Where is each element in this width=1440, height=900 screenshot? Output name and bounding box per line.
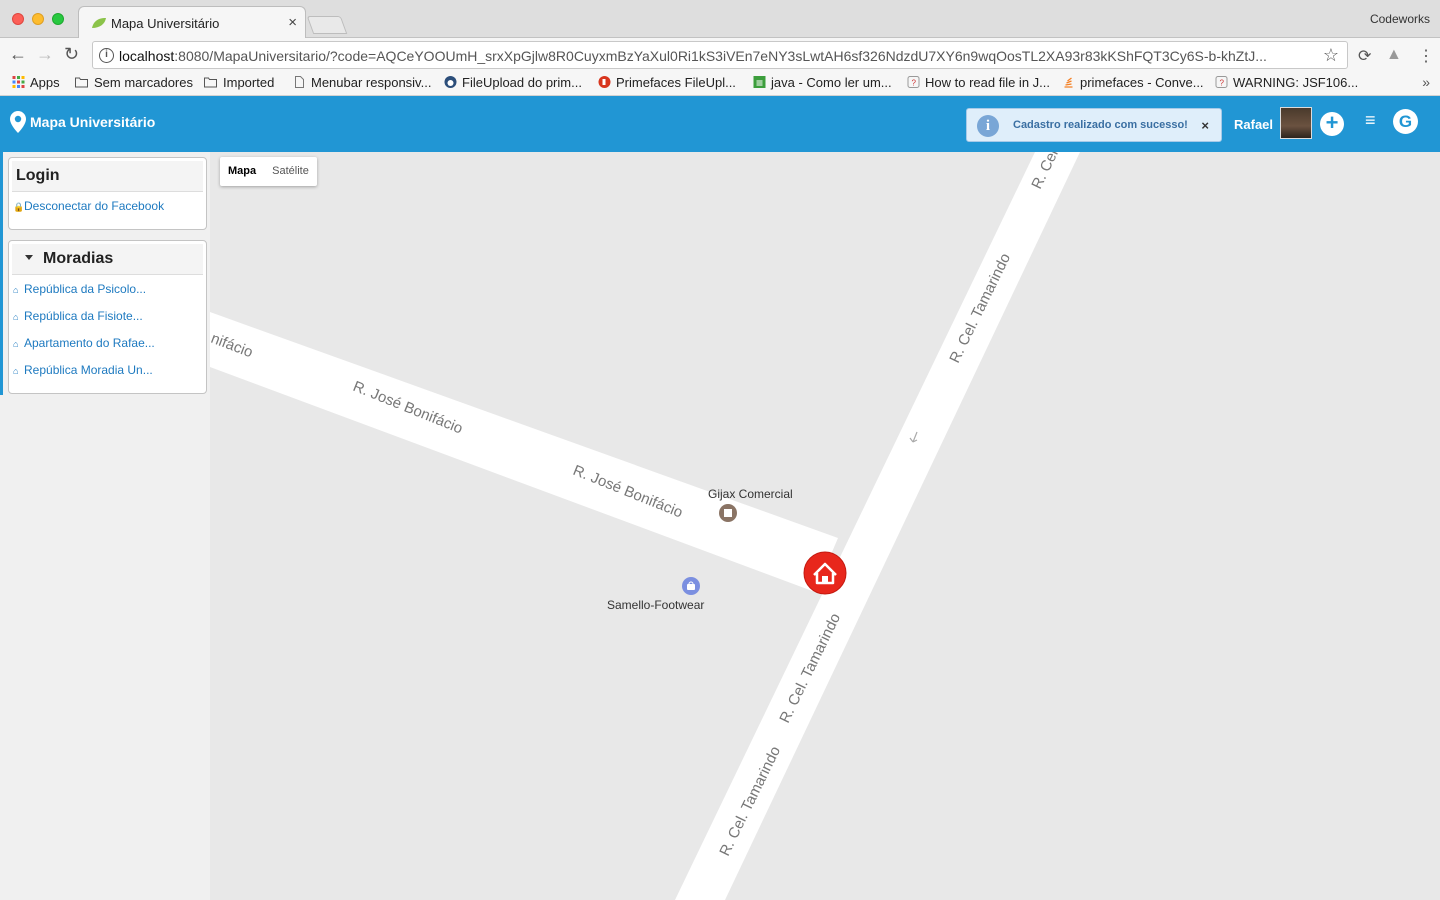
moradias-panel: Moradias ⌂ República da Psicolo... ⌂ Repúb…	[8, 240, 207, 394]
map-canvas[interactable]: nifácio R. José Bonifácio R. José Bonifá…	[210, 152, 1440, 900]
reload-icon[interactable]: ↻	[64, 44, 79, 65]
folder-icon	[75, 77, 88, 88]
map-type-mapa-button[interactable]: Mapa	[220, 157, 264, 186]
add-moradia-button[interactable]: +	[1320, 112, 1344, 136]
close-window-button[interactable]	[12, 13, 24, 25]
maximize-window-button[interactable]	[52, 13, 64, 25]
browser-toolbar: ← → ↻ i localhost:8080/MapaUniversitario…	[0, 38, 1440, 72]
bookmark-star-icon[interactable]: ☆	[1323, 45, 1339, 66]
tab-title: Mapa Universitário	[111, 16, 220, 31]
login-title: Login	[12, 161, 203, 192]
notification-close-icon[interactable]: ×	[1201, 118, 1209, 133]
road-jose-bonifacio	[210, 312, 838, 592]
bookmark-java[interactable]: java - Como ler um...	[753, 75, 892, 90]
home-icon: ⌂	[13, 285, 19, 295]
success-notification: i Cadastro realizado com sucesso! ×	[966, 108, 1222, 142]
new-tab-button[interactable]	[306, 16, 348, 34]
bookmarks-bar: Apps Sem marcadores Imported Menubar res…	[0, 72, 1440, 96]
drive-extension-icon[interactable]: ▲	[1386, 46, 1402, 64]
logout-facebook-link[interactable]: 🔒Desconectar do Facebook	[9, 195, 206, 222]
login-panel: Login 🔒Desconectar do Facebook	[8, 157, 207, 230]
address-bar[interactable]: i localhost:8080/MapaUniversitario/?code…	[92, 41, 1348, 69]
bookmark-apps[interactable]: Apps	[12, 75, 60, 90]
leaf-icon	[92, 18, 106, 28]
bookmark-imported[interactable]: Imported	[203, 75, 274, 90]
stackoverflow-icon	[753, 76, 766, 88]
unknown-site-icon: ?	[907, 76, 920, 88]
chrome-menu-icon[interactable]: ⋮	[1418, 46, 1434, 66]
bookmarks-overflow-icon[interactable]: »	[1422, 74, 1430, 90]
moradia-link[interactable]: ⌂ República da Psicolo...	[9, 278, 206, 305]
minimize-window-button[interactable]	[32, 13, 44, 25]
unknown-site-icon: ?	[1215, 76, 1228, 88]
bookmark-warning-jsf[interactable]: ? WARNING: JSF106...	[1215, 75, 1358, 90]
address-url[interactable]: localhost:8080/MapaUniversitario/?code=A…	[119, 48, 1319, 64]
brand[interactable]: Mapa Universitário	[10, 111, 155, 133]
poi-label-samello: Samello-Footwear	[607, 598, 704, 612]
home-icon: ⌂	[13, 366, 19, 376]
collapse-triangle-icon	[25, 255, 33, 260]
svg-text:?: ?	[912, 79, 917, 88]
home-icon: ⌂	[13, 312, 19, 322]
app-header: Mapa Universitário i Cadastro realizado …	[0, 96, 1440, 152]
forward-arrow-icon[interactable]: →	[36, 44, 54, 65]
site-icon	[444, 76, 457, 88]
bookmark-sem-marcadores[interactable]: Sem marcadores	[74, 75, 193, 90]
page-icon	[295, 76, 304, 88]
user-name[interactable]: Rafael	[1234, 117, 1273, 132]
moradia-link[interactable]: ⌂ República Moradia Un...	[9, 359, 206, 386]
moradias-header[interactable]: Moradias	[12, 244, 203, 275]
bookmark-fileupload[interactable]: FileUpload do prim...	[444, 75, 582, 90]
profile-name[interactable]: Codeworks	[1370, 12, 1430, 26]
bookmark-menubar[interactable]: Menubar responsiv...	[293, 75, 431, 90]
house-marker-icon	[803, 551, 847, 595]
browser-tab-strip: Mapa Universitário × Codeworks	[0, 0, 1440, 39]
info-icon[interactable]: i	[99, 48, 114, 63]
avatar[interactable]	[1280, 107, 1312, 139]
site-icon	[598, 76, 611, 88]
map-pin-icon	[10, 111, 26, 133]
browser-tab[interactable]: Mapa Universitário ×	[78, 6, 306, 39]
home-icon: ⌂	[13, 339, 19, 349]
sidebar: Login 🔒Desconectar do Facebook Moradias …	[0, 152, 210, 900]
menu-icon[interactable]: ≡	[1365, 110, 1376, 131]
map-type-satelite-button[interactable]: Satélite	[264, 157, 317, 186]
notification-message: Cadastro realizado com sucesso!	[1013, 119, 1188, 131]
sync-extension-icon[interactable]: ⟳	[1358, 46, 1371, 66]
bookmark-primefaces-conve[interactable]: primefaces - Conve...	[1062, 75, 1204, 90]
map-type-control: Mapa Satélite	[220, 157, 317, 186]
stackoverflow-icon	[1064, 77, 1073, 88]
bookmark-how-to-read[interactable]: ? How to read file in J...	[907, 75, 1050, 90]
google-icon[interactable]: G	[1393, 109, 1418, 134]
poi-label-gijax: Gijax Comercial	[708, 487, 793, 501]
apps-grid-icon	[12, 76, 25, 88]
map-tiles[interactable]: nifácio R. José Bonifácio R. José Bonifá…	[210, 152, 1440, 900]
tab-close-icon[interactable]: ×	[288, 14, 297, 31]
folder-icon	[204, 77, 217, 88]
info-icon: i	[977, 115, 999, 137]
moradia-link[interactable]: ⌂ República da Fisiote...	[9, 305, 206, 332]
back-arrow-icon[interactable]: ←	[9, 44, 27, 65]
svg-text:?: ?	[1220, 79, 1225, 88]
bookmark-primefaces-fileupload[interactable]: Primefaces FileUpl...	[598, 75, 736, 90]
moradia-link[interactable]: ⌂ Apartamento do Rafae...	[9, 332, 206, 359]
lock-icon: 🔒	[13, 202, 25, 212]
